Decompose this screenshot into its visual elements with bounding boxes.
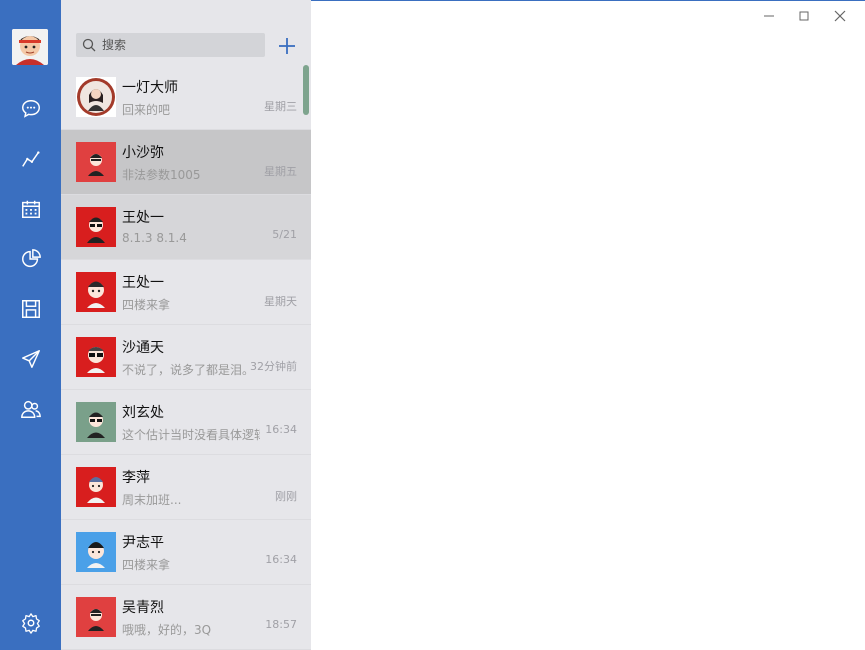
contact-name: 小沙弥 bbox=[122, 145, 164, 161]
list-item[interactable]: 王处一 8.1.3 8.1.4 5/21 bbox=[61, 195, 311, 260]
maximize-button[interactable] bbox=[795, 7, 813, 25]
message-time: 星期三 bbox=[264, 100, 297, 113]
list-item[interactable]: 吴青烈 哦哦，好的，3Q 18:57 bbox=[61, 585, 311, 650]
close-button[interactable] bbox=[831, 7, 849, 25]
avatar bbox=[76, 337, 116, 377]
maximize-icon bbox=[799, 11, 809, 21]
search-input[interactable] bbox=[102, 35, 257, 55]
chat-icon[interactable] bbox=[18, 96, 44, 122]
avatar bbox=[76, 272, 116, 312]
message-preview: 不说了，说多了都是泪。 bbox=[122, 363, 255, 377]
contact-name: 一灯大师 bbox=[122, 80, 178, 96]
avatar bbox=[76, 532, 116, 572]
list-item[interactable]: 王处一 四楼来拿 星期天 bbox=[61, 260, 311, 325]
message-time: 32分钟前 bbox=[250, 360, 297, 373]
trend-icon[interactable] bbox=[18, 146, 44, 172]
contact-name: 李萍 bbox=[122, 470, 150, 486]
calendar-icon[interactable] bbox=[18, 196, 44, 222]
message-time: 18:57 bbox=[265, 618, 297, 631]
chat-content-area bbox=[311, 0, 865, 650]
message-preview: 8.1.3 8.1.4 bbox=[122, 231, 187, 245]
avatar bbox=[76, 597, 116, 637]
message-time: 16:34 bbox=[265, 423, 297, 436]
sidebar bbox=[0, 0, 61, 650]
message-preview: 四楼来拿 bbox=[122, 558, 171, 572]
contact-name: 王处一 bbox=[122, 210, 164, 226]
avatar bbox=[76, 77, 116, 117]
message-preview: 哦哦，好的，3Q bbox=[122, 623, 212, 637]
user-avatar[interactable] bbox=[12, 29, 48, 65]
avatar bbox=[76, 467, 116, 507]
list-item[interactable]: 一灯大师 回来的吧 星期三 bbox=[61, 65, 311, 130]
search-icon bbox=[82, 38, 96, 52]
message-preview: 回来的吧 bbox=[122, 103, 171, 117]
message-time: 5/21 bbox=[272, 228, 297, 241]
minimize-button[interactable] bbox=[760, 7, 778, 25]
add-button[interactable] bbox=[276, 35, 298, 57]
contact-name: 吴青烈 bbox=[122, 600, 164, 616]
settings-icon[interactable] bbox=[18, 610, 44, 636]
message-time: 星期五 bbox=[264, 165, 297, 178]
message-time: 刚刚 bbox=[275, 490, 297, 503]
message-preview: 非法参数1005 bbox=[122, 168, 201, 182]
contact-name: 沙通天 bbox=[122, 340, 164, 356]
close-icon bbox=[834, 10, 846, 22]
contact-name: 刘玄处 bbox=[122, 405, 164, 421]
message-preview: 四楼来拿 bbox=[122, 298, 171, 312]
message-preview: 这个估计当时没看具体逻辑 bbox=[122, 428, 260, 442]
avatar bbox=[76, 142, 116, 182]
list-item[interactable]: 李萍 周末加班... 刚刚 bbox=[61, 455, 311, 520]
contacts-icon[interactable] bbox=[18, 396, 44, 422]
message-time: 星期天 bbox=[264, 295, 297, 308]
message-preview: 周末加班... bbox=[122, 493, 182, 507]
message-time: 16:34 bbox=[265, 553, 297, 566]
search-box bbox=[76, 33, 265, 57]
pie-chart-icon[interactable] bbox=[18, 246, 44, 272]
minimize-icon bbox=[764, 15, 774, 17]
avatar bbox=[76, 402, 116, 442]
list-item[interactable]: 刘玄处 这个估计当时没看具体逻辑 16:34 bbox=[61, 390, 311, 455]
conversation-panel: 一灯大师 回来的吧 星期三 小沙弥 非法参数1005 星期五 王处一 8.1.3… bbox=[61, 0, 312, 650]
list-item[interactable]: 沙通天 不说了，说多了都是泪。 32分钟前 bbox=[61, 325, 311, 390]
list-item[interactable]: 小沙弥 非法参数1005 星期五 bbox=[61, 130, 311, 195]
list-scrollbar[interactable] bbox=[303, 65, 309, 115]
conversation-list: 一灯大师 回来的吧 星期三 小沙弥 非法参数1005 星期五 王处一 8.1.3… bbox=[61, 65, 311, 650]
save-icon[interactable] bbox=[18, 296, 44, 322]
contact-name: 尹志平 bbox=[122, 535, 164, 551]
plus-icon bbox=[279, 38, 295, 54]
avatar bbox=[76, 207, 116, 247]
send-icon[interactable] bbox=[18, 346, 44, 372]
app-window: 一灯大师 回来的吧 星期三 小沙弥 非法参数1005 星期五 王处一 8.1.3… bbox=[0, 0, 865, 650]
list-item[interactable]: 尹志平 四楼来拿 16:34 bbox=[61, 520, 311, 585]
contact-name: 王处一 bbox=[122, 275, 164, 291]
